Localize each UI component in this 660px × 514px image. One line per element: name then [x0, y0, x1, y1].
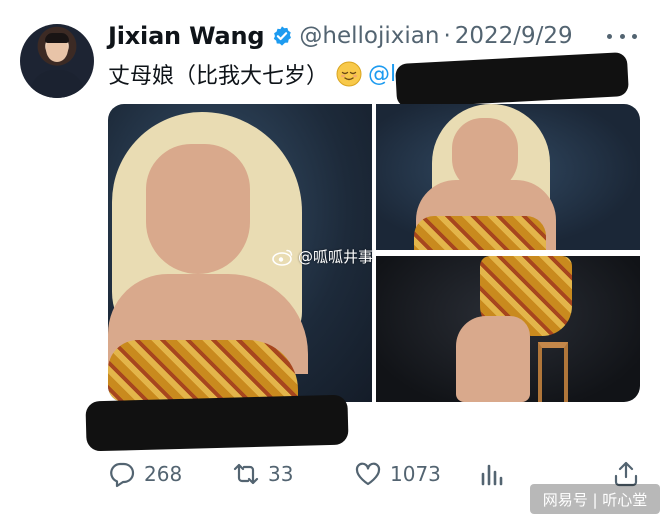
verified-badge-icon — [274, 26, 292, 46]
photo-1-dress — [108, 340, 298, 402]
photo-3-stool — [538, 342, 568, 402]
header-separator: · — [443, 23, 451, 49]
photo-2[interactable] — [376, 104, 640, 250]
retweet-icon — [233, 463, 259, 485]
source-watermark: 网易号 | 听心堂 — [530, 484, 660, 514]
retweet-count: 33 — [268, 462, 294, 486]
more-options-icon[interactable] — [607, 24, 637, 48]
tweet-body: 丈母娘（比我大七岁） — [108, 64, 329, 89]
relieved-face-emoji-icon — [336, 61, 362, 87]
tweet-date[interactable]: 2022/9/29 — [455, 23, 573, 49]
tweet-header: Jixian Wang @hellojixian · 2022/9/29 — [108, 20, 573, 52]
tweet-text: 丈母娘（比我大七岁） @l — [108, 58, 396, 90]
retweet-button[interactable]: 33 — [232, 456, 293, 492]
redaction-bar-2 — [85, 394, 349, 452]
analytics-button[interactable] — [478, 456, 514, 492]
photo-2-dress — [414, 216, 546, 250]
media-grid — [108, 104, 640, 402]
author-handle[interactable]: @hellojixian — [299, 23, 439, 49]
source-watermark-text: 网易号 | 听心堂 — [542, 490, 648, 509]
reply-button[interactable]: 268 — [108, 456, 182, 492]
mention-link[interactable]: @l — [368, 62, 396, 87]
reply-count: 268 — [144, 462, 183, 486]
avatar-hair — [45, 33, 69, 43]
analytics-icon — [481, 464, 503, 486]
weibo-watermark: @呱呱井事 — [272, 246, 373, 267]
author-name[interactable]: Jixian Wang — [108, 22, 265, 50]
avatar[interactable] — [20, 24, 94, 98]
photo-3-legs — [456, 316, 530, 402]
redaction-bar — [395, 51, 629, 109]
reply-icon — [110, 462, 135, 488]
photo-3[interactable] — [376, 256, 640, 402]
avatar-suit — [30, 70, 84, 98]
like-count: 1073 — [390, 462, 441, 486]
watermark-text: @呱呱井事 — [298, 248, 374, 266]
heart-icon — [355, 462, 381, 486]
weibo-icon — [272, 249, 293, 266]
photo-1-face — [146, 144, 250, 274]
like-button[interactable]: 1073 — [354, 456, 441, 492]
